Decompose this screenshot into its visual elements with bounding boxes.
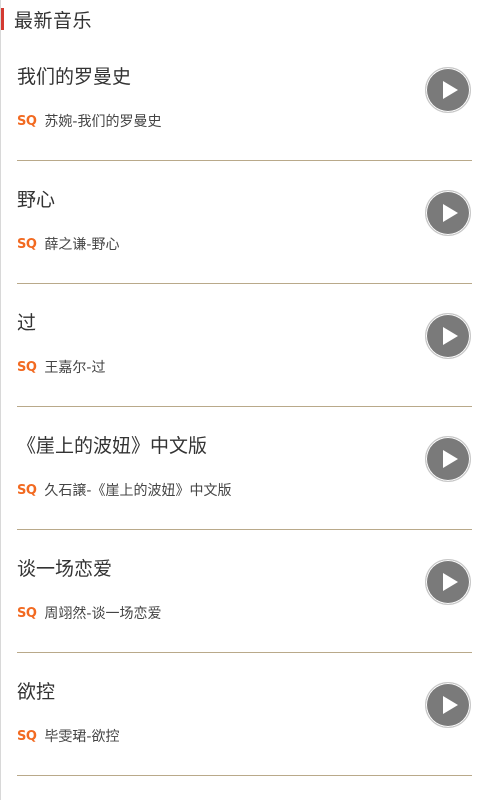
sq-quality-badge: SQ: [17, 113, 37, 129]
song-title: 谈一场恋爱: [17, 558, 113, 580]
sq-quality-badge: SQ: [17, 359, 37, 375]
song-title: 欲控: [17, 681, 56, 703]
song-title: 我们的罗曼史: [17, 66, 132, 88]
song-item[interactable]: 我们的罗曼史 SQ 苏婉-我们的罗曼史: [0, 38, 485, 161]
play-icon: [443, 573, 458, 591]
song-subtitle: 苏婉-我们的罗曼史: [44, 114, 162, 130]
song-item[interactable]: 欲控 SQ 毕雯珺-欲控: [0, 653, 485, 776]
section-title: 最新音乐: [14, 9, 93, 32]
sq-quality-badge: SQ: [17, 482, 37, 498]
song-subtitle: 周翊然-谈一场恋爱: [44, 606, 162, 622]
song-subtitle: 久石譲-《崖上的波妞》中文版: [44, 483, 232, 499]
play-button[interactable]: [425, 313, 471, 359]
play-button[interactable]: [425, 682, 471, 728]
play-icon: [443, 204, 458, 222]
song-meta: SQ 周翊然-谈一场恋爱: [17, 603, 161, 623]
song-meta: SQ 毕雯珺-欲控: [17, 726, 119, 746]
play-button[interactable]: [425, 67, 471, 113]
divider: [17, 775, 472, 776]
play-icon: [443, 450, 458, 468]
song-subtitle: 毕雯珺-欲控: [44, 729, 120, 745]
sq-quality-badge: SQ: [17, 728, 37, 744]
play-icon: [443, 81, 458, 99]
song-title: 《崖上的波妞》中文版: [17, 435, 208, 457]
section-header: 最新音乐: [0, 6, 92, 32]
song-list: 我们的罗曼史 SQ 苏婉-我们的罗曼史 野心 SQ 薛之谦-野心 过 SQ 王嘉…: [0, 38, 485, 776]
play-button[interactable]: [425, 436, 471, 482]
song-title: 野心: [17, 189, 56, 211]
play-button[interactable]: [425, 190, 471, 236]
section-accent-bar: [1, 8, 4, 30]
sq-quality-badge: SQ: [17, 236, 37, 252]
song-item[interactable]: 谈一场恋爱 SQ 周翊然-谈一场恋爱: [0, 530, 485, 653]
song-meta: SQ 薛之谦-野心: [17, 234, 119, 254]
sq-quality-badge: SQ: [17, 605, 37, 621]
song-item[interactable]: 《崖上的波妞》中文版 SQ 久石譲-《崖上的波妞》中文版: [0, 407, 485, 530]
play-icon: [443, 327, 458, 345]
song-subtitle: 薛之谦-野心: [44, 237, 120, 253]
song-subtitle: 王嘉尔-过: [44, 360, 106, 376]
play-icon: [443, 696, 458, 714]
song-title: 过: [17, 312, 37, 334]
song-item[interactable]: 野心 SQ 薛之谦-野心: [0, 161, 485, 284]
play-button[interactable]: [425, 559, 471, 605]
song-meta: SQ 苏婉-我们的罗曼史: [17, 111, 161, 131]
song-meta: SQ 王嘉尔-过: [17, 357, 105, 377]
song-meta: SQ 久石譲-《崖上的波妞》中文版: [17, 480, 231, 500]
song-item[interactable]: 过 SQ 王嘉尔-过: [0, 284, 485, 407]
